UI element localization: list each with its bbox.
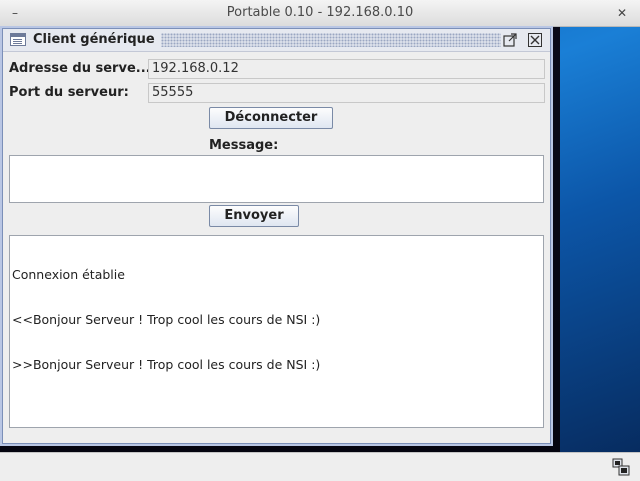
- server-address-label: Adresse du serve...: [9, 61, 151, 76]
- client-internal-frame: Client générique Adresse du serve... 192…: [2, 28, 551, 444]
- close-icon[interactable]: [528, 33, 542, 47]
- log-line: <<Bonjour Serveur ! Trop cool les cours …: [12, 312, 321, 327]
- disconnect-button[interactable]: Déconnecter: [209, 107, 333, 129]
- os-titlebar: Portable 0.10 - 192.168.0.10 – ✕: [0, 0, 640, 27]
- window-app-icon: [10, 33, 26, 46]
- message-label: Message:: [209, 138, 279, 153]
- internal-frame-title: Client générique: [33, 32, 155, 47]
- maximize-icon[interactable]: [503, 33, 517, 47]
- conversation-log[interactable]: Connexion établie <<Bonjour Serveur ! Tr…: [9, 235, 544, 428]
- log-line: >>Bonjour Serveur ! Trop cool les cours …: [12, 357, 321, 372]
- status-bar: [0, 452, 640, 481]
- server-port-label: Port du serveur:: [9, 85, 129, 100]
- minimize-button[interactable]: –: [7, 5, 23, 21]
- internal-frame-titlebar[interactable]: Client générique: [3, 29, 550, 52]
- server-address-field[interactable]: 192.168.0.12: [148, 59, 545, 79]
- log-line: Connexion établie: [12, 267, 125, 282]
- close-button[interactable]: ✕: [614, 5, 630, 21]
- network-icon[interactable]: [612, 458, 630, 476]
- message-input[interactable]: [9, 155, 544, 203]
- send-button[interactable]: Envoyer: [209, 205, 299, 227]
- titlebar-grip: [161, 33, 501, 47]
- window-title: Portable 0.10 - 192.168.0.10: [226, 5, 414, 20]
- server-port-field[interactable]: 55555: [148, 83, 545, 103]
